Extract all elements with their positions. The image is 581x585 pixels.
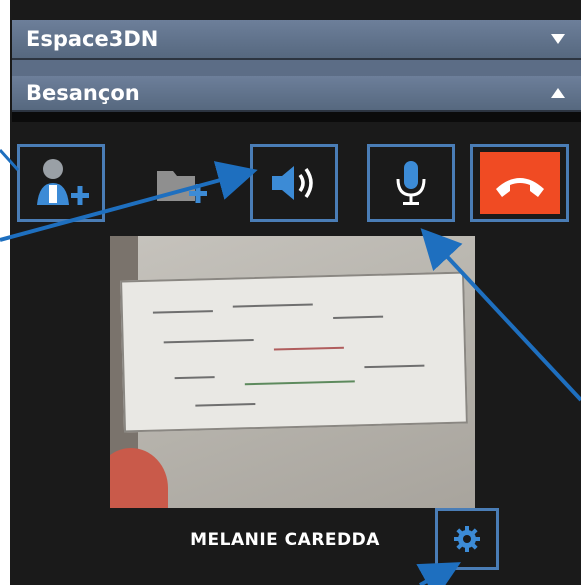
add-folder-icon <box>157 171 207 203</box>
person-silhouette <box>110 448 168 508</box>
settings-button[interactable] <box>435 508 499 570</box>
video-feed <box>110 236 475 508</box>
phone-hangup-icon <box>495 178 544 197</box>
microphone-icon <box>396 161 426 205</box>
chevron-down-icon[interactable] <box>551 34 565 44</box>
participant-name: MELANIE CAREDDA <box>190 530 380 550</box>
section-title: Espace3DN <box>26 27 159 51</box>
microphone-button[interactable] <box>367 144 455 222</box>
hangup-background <box>479 152 560 214</box>
add-user-icon <box>37 159 89 205</box>
chevron-up-icon[interactable] <box>551 88 565 98</box>
whiteboard-image <box>120 271 468 433</box>
section-header-besancon[interactable]: Besançon <box>12 76 581 112</box>
speaker-icon <box>272 166 313 200</box>
section-title: Besançon <box>26 81 140 105</box>
header-separator <box>12 60 581 76</box>
section-header-espace3dn[interactable]: Espace3DN <box>12 20 581 60</box>
gear-icon <box>454 526 480 552</box>
add-file-button[interactable] <box>137 144 225 222</box>
toolbar-top-divider <box>12 112 581 122</box>
speaker-button[interactable] <box>250 144 338 222</box>
add-participant-button[interactable] <box>17 144 105 222</box>
hangup-button[interactable] <box>470 144 569 222</box>
